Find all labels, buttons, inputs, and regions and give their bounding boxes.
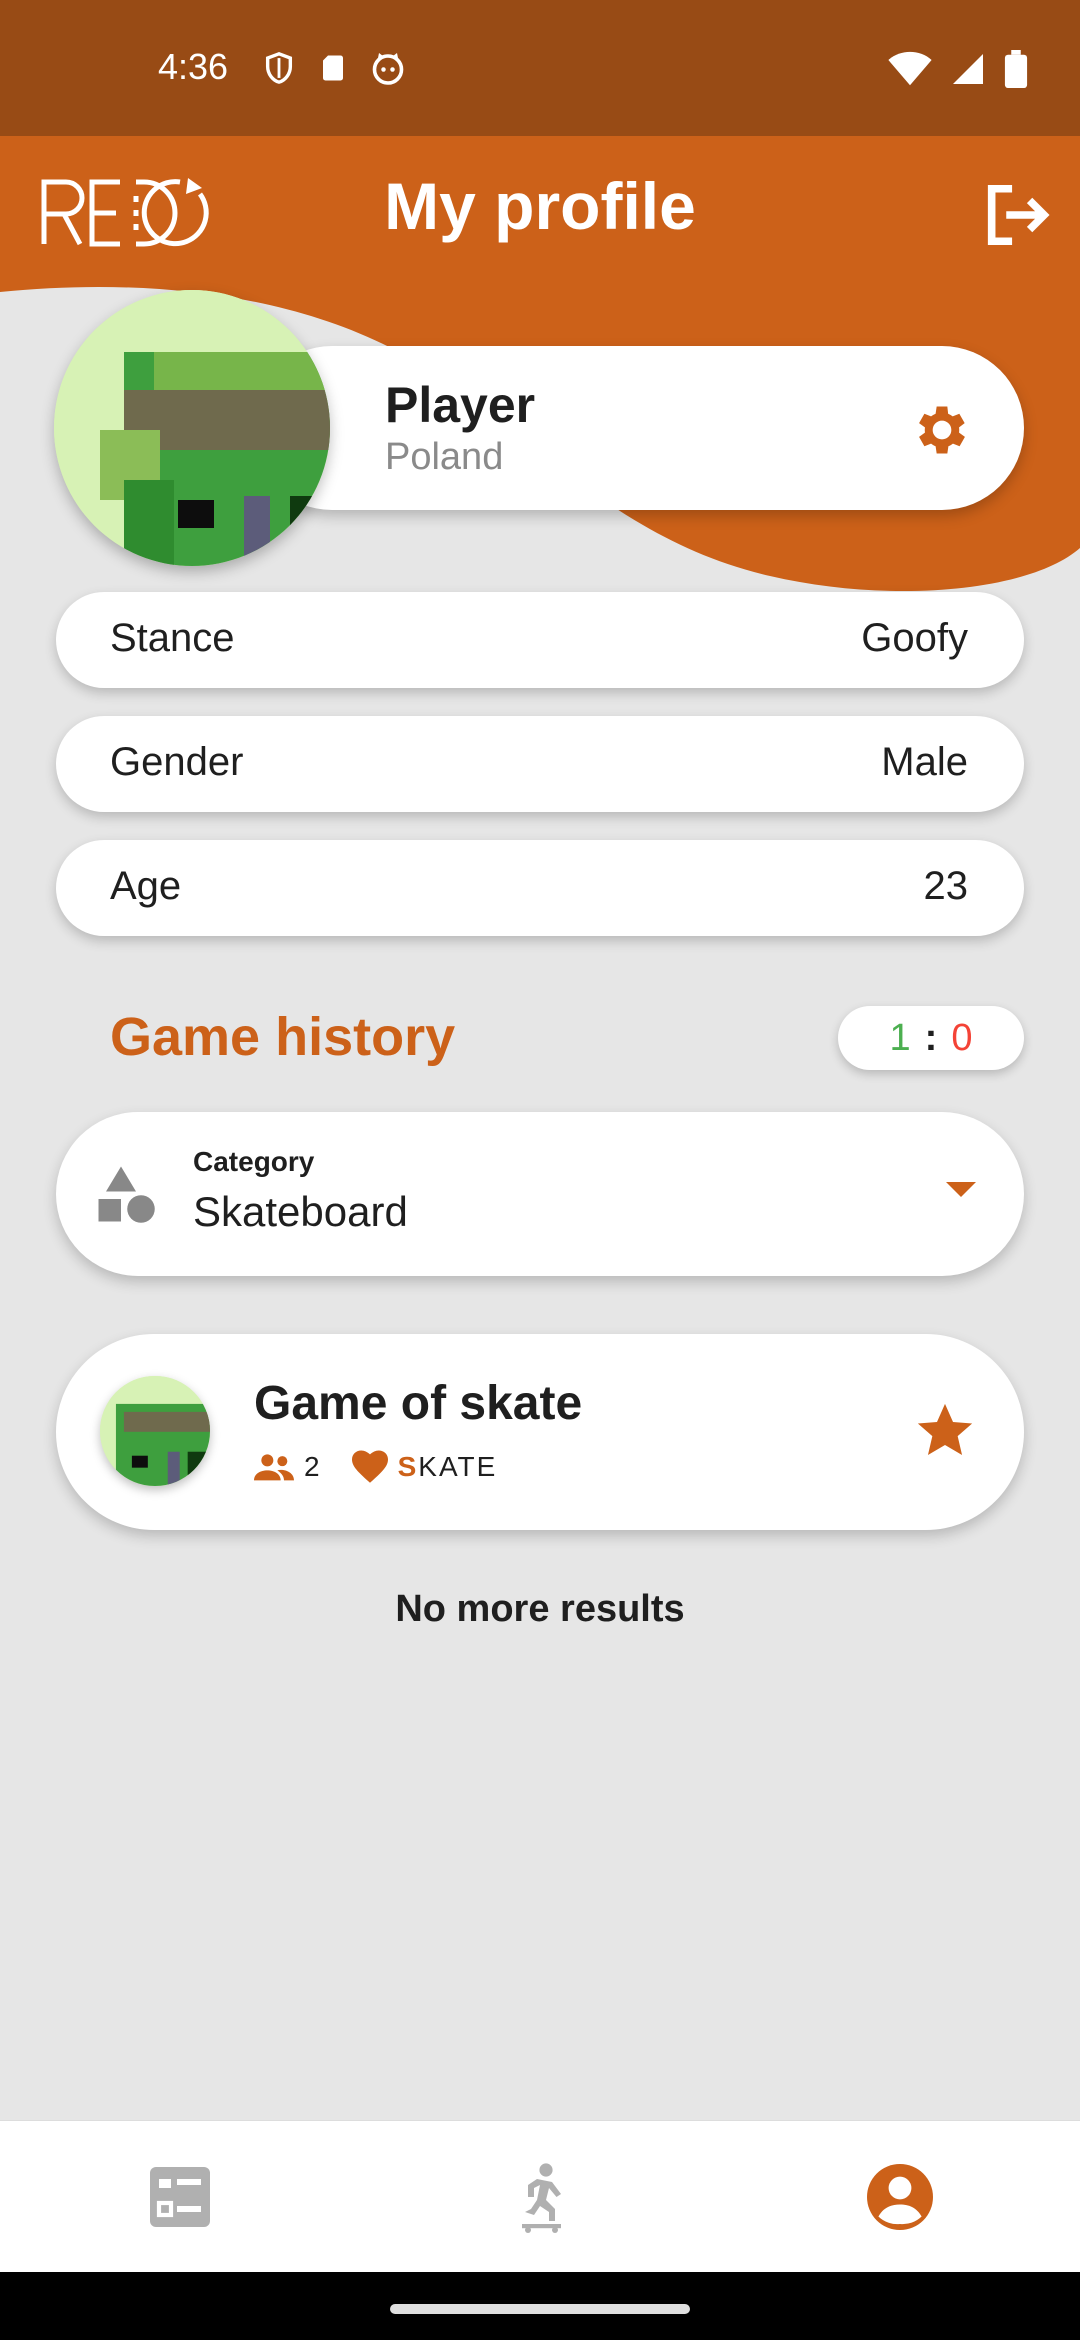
game-word-rest: KATE (418, 1451, 498, 1482)
status-icons-right (888, 50, 1028, 88)
status-time: 4:36 (158, 46, 229, 87)
score-losses: 0 (951, 1016, 973, 1059)
score-badge: 1 : 0 (838, 1006, 1024, 1070)
category-value: Skateboard (193, 1188, 408, 1235)
avatar (100, 1376, 210, 1486)
game-title: Game of skate (254, 1377, 583, 1430)
profile-card (250, 346, 1024, 510)
skater-icon[interactable] (504, 2161, 576, 2233)
signal-icon (953, 54, 983, 84)
game-word-done: S (397, 1451, 419, 1482)
category-select[interactable]: Category Skateboard (56, 1112, 1024, 1276)
account-icon[interactable] (864, 2161, 936, 2233)
bottom-nav (0, 2120, 1080, 2273)
list-icon[interactable] (144, 2161, 216, 2233)
info-row-age: Age 23 (56, 840, 1024, 936)
info-row-gender: Gender Male (56, 716, 1024, 812)
player-country: Poland (385, 436, 504, 478)
pixel-avatar-image (54, 290, 330, 566)
shapes-icon (98, 1166, 155, 1223)
info-value: Male (881, 740, 968, 784)
info-value: 23 (923, 864, 969, 908)
info-label: Age (110, 864, 182, 908)
score-separator: : (924, 1016, 938, 1059)
category-label: Category (193, 1146, 315, 1177)
gear-icon[interactable] (910, 398, 974, 462)
cat-icon (372, 53, 404, 85)
player-count: 2 (304, 1451, 320, 1482)
status-bar: 4:36 (0, 0, 1080, 136)
score-wins: 1 (889, 1016, 911, 1059)
heart-icon (351, 1450, 388, 1483)
logout-icon[interactable] (980, 180, 1050, 250)
page-title: My profile (384, 169, 696, 243)
list-item[interactable]: Game of skate 2 SKATE (56, 1334, 1024, 1530)
info-row-stance: Stance Goofy (56, 592, 1024, 688)
info-label: Gender (110, 740, 244, 784)
shield-icon (265, 52, 293, 84)
avatar[interactable] (54, 290, 330, 566)
section-title-game-history: Game history (110, 1007, 456, 1067)
info-label: Stance (110, 616, 235, 660)
status-icons-left (262, 50, 406, 86)
player-name: Player (385, 377, 536, 433)
no-more-results: No more results (395, 1588, 685, 1630)
battery-icon (1004, 50, 1028, 88)
wifi-icon (888, 51, 932, 86)
game-word: SKATE (398, 1451, 498, 1483)
pixel-avatar-image (100, 1376, 210, 1486)
chevron-down-icon (946, 1182, 976, 1197)
star-icon[interactable] (914, 1400, 976, 1462)
info-value: Goofy (861, 616, 968, 660)
sd-card-icon (323, 55, 343, 81)
people-icon (254, 1454, 294, 1481)
game-meta: 2 SKATE (254, 1450, 497, 1484)
home-indicator[interactable] (390, 2304, 690, 2314)
